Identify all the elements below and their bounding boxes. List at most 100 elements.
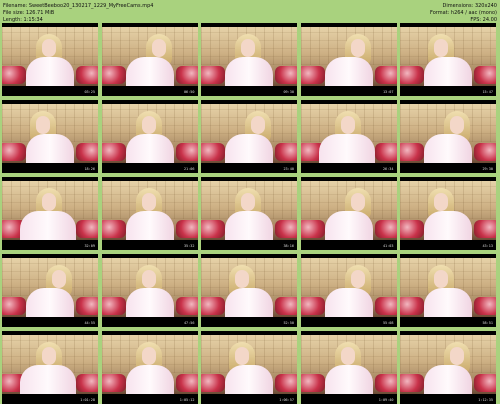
video-frame	[2, 104, 98, 163]
timestamp-label: 38:16	[283, 244, 294, 248]
thumbnail[interactable]: 13:07	[300, 23, 397, 96]
file-info: Filename: SweetBeeboo20_130217_1229_MyFr…	[3, 3, 153, 24]
person-face	[52, 270, 66, 288]
cushion-left	[101, 66, 126, 84]
timestamp-label: 44:55	[84, 321, 95, 325]
cushion-right	[175, 297, 198, 315]
thumbnail[interactable]: 1:09:40	[300, 331, 397, 404]
cushion-left	[400, 297, 424, 315]
cushion-right	[275, 143, 297, 161]
thumbnail[interactable]: 18:26	[2, 100, 98, 173]
cushion-right	[374, 297, 397, 315]
filesize-text: File size: 126.71 MiB	[3, 10, 55, 16]
person-face	[151, 39, 166, 57]
thumbnail[interactable]: 21:06	[101, 100, 198, 173]
thumbnail[interactable]: 32:09	[2, 177, 98, 250]
cushion-right	[76, 297, 98, 315]
cushion-left	[2, 66, 26, 84]
person-face	[241, 193, 255, 211]
thumbnail[interactable]: 26:34	[300, 100, 397, 173]
timestamp-label: 35:32	[183, 244, 195, 248]
person-robe	[424, 134, 472, 163]
video-frame	[201, 258, 297, 317]
person-face	[42, 39, 56, 57]
thumbnail[interactable]: 03:25	[2, 23, 98, 96]
dimensions-text: Dimensions: 320x240	[442, 3, 497, 9]
cushion-right	[474, 143, 496, 161]
thumbnail[interactable]: 06:50	[101, 23, 198, 96]
thumbnail[interactable]: 09:30	[201, 23, 297, 96]
person-robe	[324, 57, 373, 86]
person-robe	[125, 211, 174, 240]
cushion-left	[101, 374, 126, 392]
thumbnail[interactable]: 1:12:35	[400, 331, 496, 404]
thumbnail[interactable]: 1:06:57	[201, 331, 297, 404]
thumbnail[interactable]: 58:51	[400, 254, 496, 327]
video-frame	[300, 335, 397, 394]
person-robe	[324, 365, 373, 394]
cushion-left	[101, 297, 126, 315]
cushion-left	[201, 220, 225, 238]
video-frame	[201, 335, 297, 394]
cushion-left	[201, 374, 225, 392]
cushion-left	[2, 297, 26, 315]
timestamp-label: 1:12:35	[478, 398, 493, 402]
thumbnail[interactable]: 15:47	[400, 23, 496, 96]
cushion-left	[400, 374, 424, 392]
video-frame	[101, 335, 198, 394]
timestamp-label: 1:09:40	[378, 398, 394, 402]
timestamp-label: 03:25	[84, 90, 95, 94]
thumbnail[interactable]: 1:05:12	[101, 331, 198, 404]
cushion-right	[275, 374, 297, 392]
thumbnail[interactable]: 41:03	[300, 177, 397, 250]
person-robe	[324, 288, 373, 317]
timestamp-label: 23:40	[283, 167, 294, 171]
person-robe	[225, 365, 273, 394]
video-frame	[101, 104, 198, 163]
thumbnail[interactable]: 43:13	[400, 177, 496, 250]
cushion-right	[474, 66, 496, 84]
person-face	[141, 116, 156, 134]
thumbnail[interactable]: 23:40	[201, 100, 297, 173]
cushion-left	[300, 374, 325, 392]
timestamp-label: 26:34	[382, 167, 394, 171]
timestamp-label: 09:30	[283, 90, 294, 94]
cushion-right	[175, 220, 198, 238]
person-face	[350, 270, 365, 288]
timestamp-label: 52:50	[283, 321, 294, 325]
person-face	[42, 347, 56, 365]
video-frame	[400, 335, 496, 394]
cushion-left	[201, 66, 225, 84]
cushion-right	[76, 66, 98, 84]
filename-text: Filename: SweetBeeboo20_130217_1229_MyFr…	[3, 3, 154, 9]
cushion-left	[400, 220, 424, 238]
person-robe	[26, 288, 74, 317]
thumbnail[interactable]: 47:56	[101, 254, 198, 327]
thumbnail[interactable]: 38:16	[201, 177, 297, 250]
video-frame	[201, 27, 297, 86]
cushion-right	[374, 374, 397, 392]
person-face	[350, 39, 365, 57]
thumbnail[interactable]: 1:01:28	[2, 331, 98, 404]
cushion-left	[400, 66, 424, 84]
thumbnail-grid: 03:25 06:50 09:30 13:07 15:47 18:26 21:06 23:40…	[2, 23, 496, 404]
cushion-left	[201, 143, 225, 161]
video-frame	[201, 104, 297, 163]
thumbnail[interactable]: 29:30	[400, 100, 496, 173]
person-robe	[424, 211, 472, 240]
thumbnail[interactable]: 44:55	[2, 254, 98, 327]
cushion-right	[275, 297, 297, 315]
person-face	[251, 116, 265, 134]
video-frame	[400, 27, 496, 86]
cushion-right	[76, 220, 98, 238]
timestamp-label: 58:51	[482, 321, 493, 325]
timestamp-label: 18:26	[84, 167, 95, 171]
thumbnail[interactable]: 52:50	[201, 254, 297, 327]
thumbnail[interactable]: 35:32	[101, 177, 198, 250]
timestamp-label: 55:08	[382, 321, 394, 325]
cushion-right	[374, 143, 397, 161]
thumbnail[interactable]: 55:08	[300, 254, 397, 327]
cushion-right	[275, 220, 297, 238]
video-frame	[2, 181, 98, 240]
person-robe	[125, 288, 174, 317]
